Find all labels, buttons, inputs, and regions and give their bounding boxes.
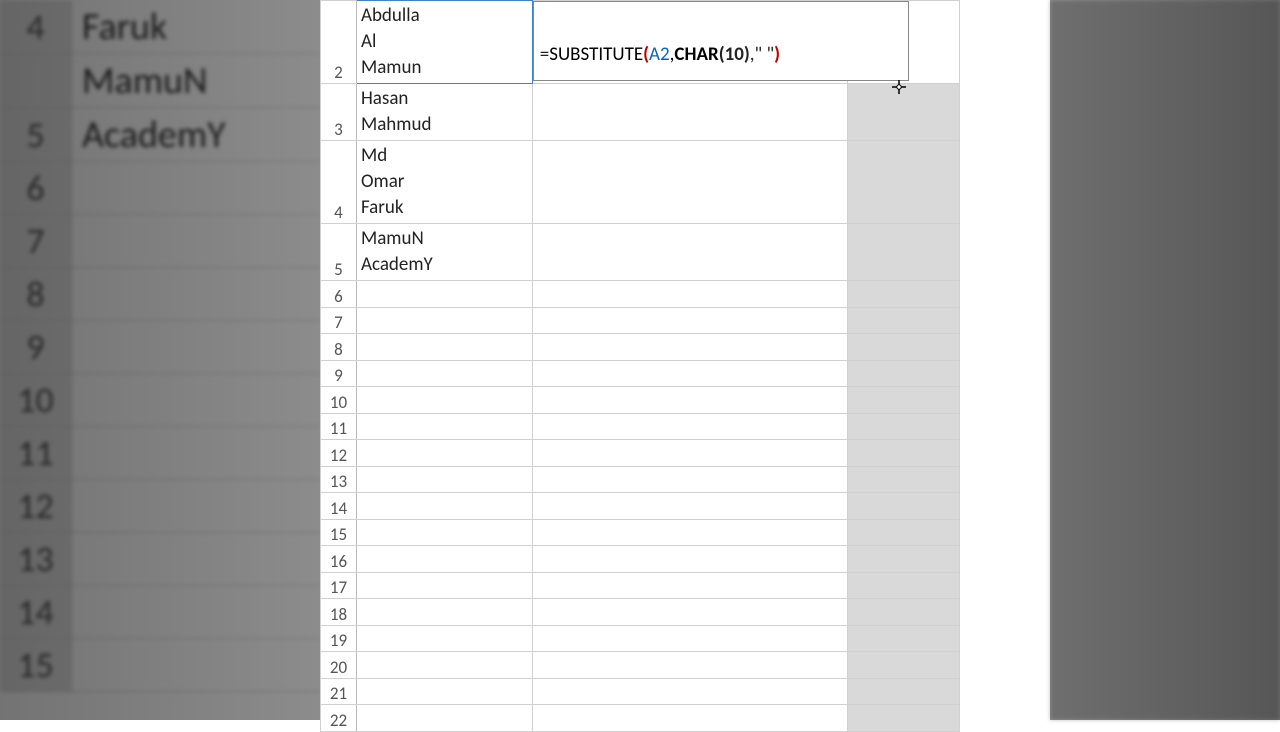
- row-header-8[interactable]: 8: [321, 334, 357, 361]
- row-header-21[interactable]: 21: [321, 678, 357, 705]
- cell-b8[interactable]: [532, 334, 847, 361]
- row-header-5[interactable]: 5: [321, 224, 357, 281]
- cell-b6[interactable]: [532, 281, 847, 308]
- fill-handle-cursor-icon: [892, 80, 906, 99]
- cell-b11[interactable]: [532, 413, 847, 440]
- cell-a19[interactable]: [356, 625, 532, 652]
- background-left-overlay: [0, 0, 320, 720]
- cell-b3[interactable]: [532, 84, 847, 141]
- cell-a10[interactable]: [356, 387, 532, 414]
- cell-c11[interactable]: [848, 413, 960, 440]
- cell-b21[interactable]: [532, 678, 847, 705]
- row-header-10[interactable]: 10: [321, 387, 357, 414]
- cell-a16[interactable]: [356, 546, 532, 573]
- cell-c8[interactable]: [848, 334, 960, 361]
- excel-worksheet[interactable]: 2 Abdulla Al Mamun =SUBSTITUTE(A2,CHAR(1…: [320, 0, 960, 720]
- row-header-22[interactable]: 22: [321, 705, 357, 732]
- cell-c6[interactable]: [848, 281, 960, 308]
- cell-c5[interactable]: [848, 224, 960, 281]
- cell-c17[interactable]: [848, 572, 960, 599]
- cell-c16[interactable]: [848, 546, 960, 573]
- cell-b16[interactable]: [532, 546, 847, 573]
- cell-a12[interactable]: [356, 440, 532, 467]
- formula-edit-box[interactable]: =SUBSTITUTE(A2,CHAR(10)," "): [533, 1, 909, 81]
- row-header-15[interactable]: 15: [321, 519, 357, 546]
- cell-c7[interactable]: [848, 307, 960, 334]
- cell-b12[interactable]: [532, 440, 847, 467]
- cell-a2[interactable]: Abdulla Al Mamun: [356, 1, 532, 84]
- cell-c4[interactable]: [848, 141, 960, 224]
- cell-c21[interactable]: [848, 678, 960, 705]
- cell-a18[interactable]: [356, 599, 532, 626]
- cell-a17[interactable]: [356, 572, 532, 599]
- cell-c22[interactable]: [848, 705, 960, 732]
- row-header-12[interactable]: 12: [321, 440, 357, 467]
- cell-a3[interactable]: Hasan Mahmud: [356, 84, 532, 141]
- cell-c18[interactable]: [848, 599, 960, 626]
- row-header-6[interactable]: 6: [321, 281, 357, 308]
- cell-b20[interactable]: [532, 652, 847, 679]
- cell-a4[interactable]: Md Omar Faruk: [356, 141, 532, 224]
- row-header-19[interactable]: 19: [321, 625, 357, 652]
- cell-b5[interactable]: [532, 224, 847, 281]
- spreadsheet-grid[interactable]: 2 Abdulla Al Mamun =SUBSTITUTE(A2,CHAR(1…: [320, 0, 960, 732]
- row-header-9[interactable]: 9: [321, 360, 357, 387]
- cell-c13[interactable]: [848, 466, 960, 493]
- background-right-overlay: [1050, 0, 1280, 720]
- cell-b14[interactable]: [532, 493, 847, 520]
- cell-b4[interactable]: [532, 141, 847, 224]
- row-header-13[interactable]: 13: [321, 466, 357, 493]
- cell-c15[interactable]: [848, 519, 960, 546]
- cell-a13[interactable]: [356, 466, 532, 493]
- row-header-14[interactable]: 14: [321, 493, 357, 520]
- cell-b13[interactable]: [532, 466, 847, 493]
- cell-a11[interactable]: [356, 413, 532, 440]
- cell-a6[interactable]: [356, 281, 532, 308]
- cell-a8[interactable]: [356, 334, 532, 361]
- cell-a7[interactable]: [356, 307, 532, 334]
- cell-c9[interactable]: [848, 360, 960, 387]
- cell-b22[interactable]: [532, 705, 847, 732]
- row-header-7[interactable]: 7: [321, 307, 357, 334]
- row-header-3[interactable]: 3: [321, 84, 357, 141]
- cell-a5[interactable]: MamuN AcademY: [356, 224, 532, 281]
- cell-b17[interactable]: [532, 572, 847, 599]
- cell-b15[interactable]: [532, 519, 847, 546]
- row-header-11[interactable]: 11: [321, 413, 357, 440]
- row-header-17[interactable]: 17: [321, 572, 357, 599]
- cell-a20[interactable]: [356, 652, 532, 679]
- cell-c19[interactable]: [848, 625, 960, 652]
- cell-b7[interactable]: [532, 307, 847, 334]
- cell-a21[interactable]: [356, 678, 532, 705]
- cell-a14[interactable]: [356, 493, 532, 520]
- row-header-16[interactable]: 16: [321, 546, 357, 573]
- cell-c10[interactable]: [848, 387, 960, 414]
- cell-c12[interactable]: [848, 440, 960, 467]
- cell-a22[interactable]: [356, 705, 532, 732]
- cell-c20[interactable]: [848, 652, 960, 679]
- cell-b9[interactable]: [532, 360, 847, 387]
- row-header-2[interactable]: 2: [321, 1, 357, 84]
- row-header-18[interactable]: 18: [321, 599, 357, 626]
- cell-a15[interactable]: [356, 519, 532, 546]
- formula-text: =SUBSTITUTE(A2,CHAR(10)," "): [540, 43, 780, 66]
- row-header-20[interactable]: 20: [321, 652, 357, 679]
- cell-a9[interactable]: [356, 360, 532, 387]
- cell-b2[interactable]: =SUBSTITUTE(A2,CHAR(10)," "): [532, 1, 847, 84]
- cell-b10[interactable]: [532, 387, 847, 414]
- cell-b18[interactable]: [532, 599, 847, 626]
- cell-b19[interactable]: [532, 625, 847, 652]
- row-header-4[interactable]: 4: [321, 141, 357, 224]
- cell-c14[interactable]: [848, 493, 960, 520]
